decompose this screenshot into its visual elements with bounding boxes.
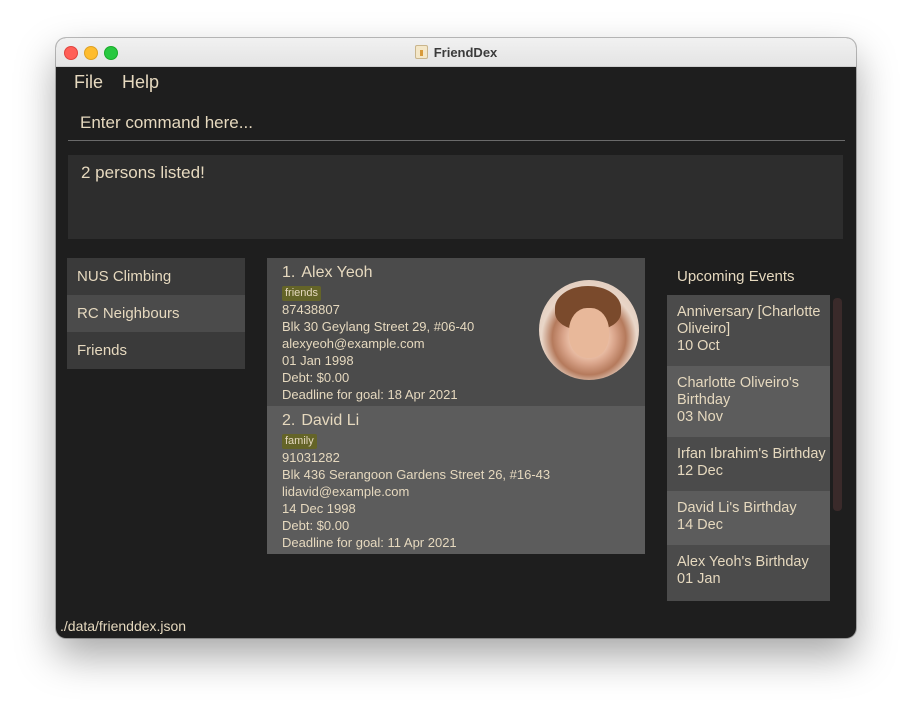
person-address: Blk 436 Serangoon Gardens Street 26, #16… (282, 467, 551, 482)
event-item[interactable]: Irfan Ibrahim's Birthday 12 Dec (667, 437, 830, 491)
event-title: David Li's Birthday (677, 500, 797, 516)
group-item-rc-neighbours[interactable]: RC Neighbours (67, 295, 245, 332)
person-phone: 91031282 (282, 450, 340, 465)
person-email: lidavid@example.com (282, 484, 410, 499)
person-name: Alex Yeoh (301, 264, 373, 281)
person-tag: friends (282, 286, 322, 301)
event-date: 01 Jan (677, 571, 721, 587)
group-item-nus-climbing[interactable]: NUS Climbing (67, 258, 245, 295)
command-box (68, 108, 845, 141)
person-card[interactable]: 1. Alex Yeoh friends 87438807 Blk 30 Geyl… (267, 258, 645, 406)
person-list: 1. Alex Yeoh friends 87438807 Blk 30 Geyl… (267, 258, 645, 554)
title-bar: FriendDex (56, 38, 856, 67)
person-goal-deadline: Deadline for goal: 11 Apr 2021 (282, 535, 457, 550)
events-header: Upcoming Events (677, 268, 795, 285)
result-display: 2 persons listed! (68, 155, 843, 239)
group-list: NUS Climbing RC Neighbours Friends (67, 258, 245, 369)
person-index: 1. (282, 264, 296, 281)
event-date: 10 Oct (677, 338, 720, 354)
person-index: 2. (282, 412, 296, 429)
event-item[interactable]: Alex Yeoh's Birthday 01 Jan (667, 545, 830, 601)
person-tag: family (282, 434, 317, 449)
group-item-friends[interactable]: Friends (67, 332, 245, 369)
menu-bar: File Help (56, 66, 856, 98)
event-item[interactable]: David Li's Birthday 14 Dec (667, 491, 830, 545)
event-title: Charlotte Oliveiro's Birthday (677, 375, 800, 408)
event-item[interactable]: Anniversary [Charlotte Oliveiro] 10 Oct (667, 295, 830, 366)
person-debt: Debt: $0.00 (282, 518, 350, 533)
event-title: Anniversary [Charlotte Oliveiro] (677, 304, 821, 337)
event-list-scrollbar[interactable] (833, 298, 842, 511)
result-text: 2 persons listed! (81, 163, 205, 182)
person-photo (539, 280, 639, 380)
person-card[interactable]: 2. David Li family 91031282 Blk 436 Seran… (267, 406, 645, 554)
status-bar-file-path: ./data/frienddex.json (60, 618, 187, 634)
person-name: David Li (301, 412, 360, 429)
menu-file[interactable]: File (74, 72, 103, 93)
event-title: Alex Yeoh's Birthday (677, 554, 809, 570)
window-title: FriendDex (433, 44, 498, 60)
event-date: 12 Dec (677, 463, 723, 479)
event-title: Irfan Ibrahim's Birthday (677, 446, 826, 462)
event-date: 03 Nov (677, 409, 723, 425)
app-window: FriendDex File Help 2 persons listed! NU… (56, 38, 856, 638)
person-name-row: 2. David Li (282, 411, 645, 431)
java-app-icon (414, 45, 428, 59)
event-item[interactable]: Charlotte Oliveiro's Birthday 03 Nov (667, 366, 830, 437)
person-goal-deadline: Deadline for goal: 18 Apr 2021 (282, 387, 458, 402)
event-date: 14 Dec (677, 517, 723, 533)
menu-help[interactable]: Help (122, 72, 159, 93)
event-list: Anniversary [Charlotte Oliveiro] 10 Oct … (667, 295, 830, 601)
command-input[interactable] (68, 108, 845, 138)
person-birthday: 14 Dec 1998 (282, 501, 356, 516)
